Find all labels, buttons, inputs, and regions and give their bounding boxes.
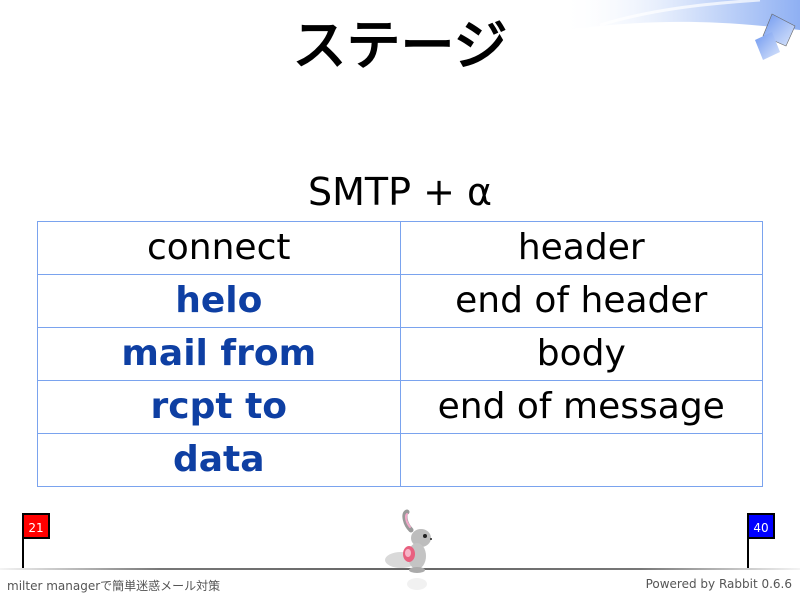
table-row: mail from body: [37, 327, 763, 381]
stage-cell-left: data: [37, 433, 401, 487]
rabbit-icon: [385, 509, 432, 590]
table-row: helo end of header: [37, 274, 763, 328]
table-row: connect header: [37, 221, 763, 275]
stage-cell-left: connect: [37, 221, 401, 275]
stage-cell-right: end of message: [399, 380, 763, 434]
table-row: rcpt to end of message: [37, 380, 763, 434]
stage-cell-left: rcpt to: [37, 380, 401, 434]
current-page-flag: 21: [22, 513, 50, 539]
presentation-title: milter managerで簡単迷惑メール対策: [7, 579, 221, 593]
powered-by-label: Powered by Rabbit 0.6.6: [645, 577, 792, 591]
slide-title: ステージ: [292, 14, 508, 77]
stage-table: connect header helo end of header mail f…: [37, 221, 763, 487]
slide-subtitle: SMTP + α: [307, 170, 493, 214]
stage-cell-right: [399, 433, 763, 487]
stage-cell-left: helo: [37, 274, 401, 328]
stage-cell-right: header: [399, 221, 763, 275]
stage-cell-right: body: [399, 327, 763, 381]
stage-cell-right: end of header: [399, 274, 763, 328]
table-row: data: [37, 433, 763, 487]
total-pages-flag: 40: [747, 513, 775, 539]
stage-cell-left: mail from: [37, 327, 401, 381]
